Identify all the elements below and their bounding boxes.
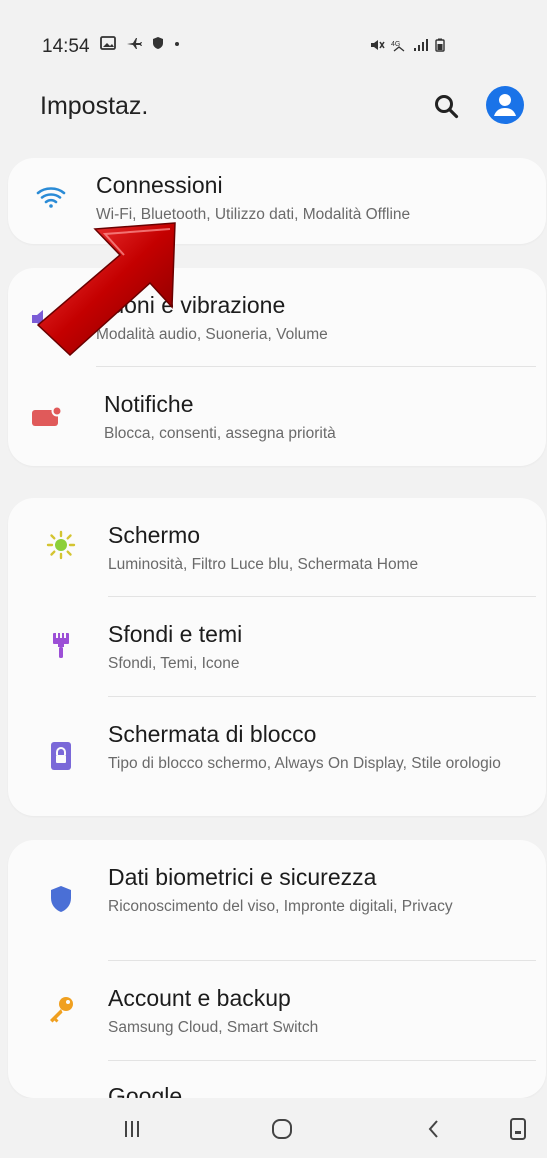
- volume-icon: [26, 302, 60, 336]
- battery-icon: [435, 38, 445, 56]
- settings-item-subtitle: Sfondi, Temi, Icone: [108, 655, 240, 672]
- settings-item-google[interactable]: Google: [8, 1061, 546, 1098]
- settings-item-subtitle: Tipo di blocco schermo, Always On Displa…: [108, 755, 501, 772]
- mute-icon: [369, 38, 385, 56]
- settings-item-subtitle: Modalità audio, Suoneria, Volume: [96, 326, 328, 343]
- search-icon: [435, 95, 459, 119]
- settings-card-connections: Connessioni Wi-Fi, Bluetooth, Utilizzo d…: [8, 158, 546, 244]
- home-icon: [272, 1119, 292, 1139]
- status-icons-left: [100, 36, 180, 54]
- settings-item-title: Schermo: [108, 522, 201, 548]
- wifi-icon: [34, 180, 68, 214]
- screenshot-icon: [510, 1118, 526, 1140]
- settings-item-subtitle: Blocca, consenti, assegna priorità: [104, 425, 336, 442]
- settings-item-title: Google: [108, 1083, 183, 1098]
- image-icon: [100, 36, 116, 54]
- wifi-4g-icon: 4G: [391, 38, 407, 56]
- back-button[interactable]: [414, 1114, 454, 1144]
- settings-item-wallpapers[interactable]: Sfondi e temi Sfondi, Temi, Icone: [8, 597, 546, 696]
- search-button[interactable]: [430, 90, 464, 124]
- status-bar: 14:54 4G: [0, 0, 547, 92]
- settings-item-title: Suoni e vibrazione: [96, 292, 286, 318]
- settings-card-security: Dati biometrici e sicurezza Riconoscimen…: [8, 840, 546, 1098]
- page-title: Impostaz.: [40, 92, 149, 120]
- settings-item-subtitle: Samsung Cloud, Smart Switch: [108, 1019, 319, 1036]
- settings-item-accounts[interactable]: Account e backup Samsung Cloud, Smart Sw…: [8, 961, 546, 1060]
- airplane-icon: [126, 36, 142, 54]
- signal-icon: [413, 38, 429, 56]
- settings-card-sound: Suoni e vibrazione Modalità audio, Suone…: [8, 268, 546, 466]
- settings-item-notifications[interactable]: Notifiche Blocca, consenti, assegna prio…: [8, 367, 546, 466]
- settings-item-display[interactable]: Schermo Luminosità, Filtro Luce blu, Sch…: [8, 498, 546, 596]
- settings-item-biometrics[interactable]: Dati biometrici e sicurezza Riconoscimen…: [8, 840, 546, 960]
- settings-item-connections[interactable]: Connessioni Wi-Fi, Bluetooth, Utilizzo d…: [8, 158, 546, 244]
- recents-button[interactable]: [112, 1114, 152, 1144]
- settings-item-subtitle: Luminosità, Filtro Luce blu, Schermata H…: [108, 556, 419, 573]
- status-time: 14:54: [42, 36, 90, 57]
- shield-icon: [44, 882, 78, 916]
- navigation-bar: [0, 1098, 547, 1158]
- home-button[interactable]: [262, 1114, 302, 1144]
- profile-icon: [494, 94, 516, 116]
- key-icon: [44, 993, 78, 1027]
- app-header: Impostaz.: [0, 80, 547, 140]
- profile-button[interactable]: [486, 86, 524, 124]
- brightness-icon: [44, 528, 78, 562]
- dot-icon: [174, 36, 180, 54]
- settings-item-lock-screen[interactable]: Schermata di blocco Tipo di blocco scher…: [8, 697, 546, 816]
- settings-item-title: Dati biometrici e sicurezza: [108, 864, 377, 890]
- status-icons-right: 4G: [369, 38, 445, 56]
- screenshot-button[interactable]: [498, 1114, 538, 1144]
- back-icon: [428, 1120, 438, 1138]
- lock-icon: [44, 739, 78, 773]
- recents-icon: [125, 1121, 139, 1137]
- settings-item-title: Schermata di blocco: [108, 721, 317, 747]
- settings-item-title: Notifiche: [104, 391, 194, 417]
- settings-item-subtitle: Wi-Fi, Bluetooth, Utilizzo dati, Modalit…: [96, 206, 411, 223]
- settings-item-sound[interactable]: Suoni e vibrazione Modalità audio, Suone…: [8, 268, 546, 366]
- settings-item-title: Sfondi e temi: [108, 621, 243, 647]
- settings-item-title: Account e backup: [108, 985, 291, 1011]
- brush-icon: [44, 629, 78, 663]
- shield-icon: [152, 36, 164, 54]
- notification-icon: [30, 399, 64, 433]
- settings-card-display: Schermo Luminosità, Filtro Luce blu, Sch…: [8, 498, 546, 816]
- settings-item-subtitle: Riconoscimento del viso, Impronte digita…: [108, 898, 453, 915]
- settings-item-title: Connessioni: [96, 172, 223, 198]
